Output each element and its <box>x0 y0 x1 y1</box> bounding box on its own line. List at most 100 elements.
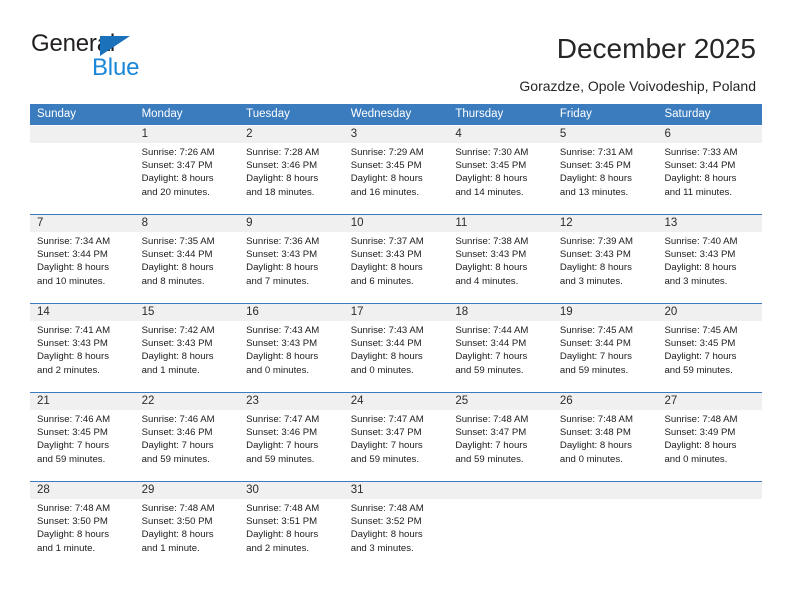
day-number: 16 <box>239 304 344 321</box>
day-sun-info-line: and 8 minutes. <box>141 275 205 287</box>
calendar-day-cell[interactable]: 19 Sunrise: 7:45 AM Sunset: 3:44 PM Dayligh… <box>552 304 658 392</box>
month-calendar: Sunday Monday Tuesday Wednesday Thursday Frid… <box>30 104 763 570</box>
day-sun-info-line: Sunrise: 7:41 AM <box>37 325 111 336</box>
day-sun-info-line: and 59 minutes. <box>246 453 315 465</box>
day-sun-info-line: Sunset: 3:47 PM <box>455 427 527 439</box>
calendar-day-cell[interactable]: 3 Sunrise: 7:29 AM Sunset: 3:45 PM Daylight… <box>343 126 449 214</box>
day-sun-info-line: Daylight: 8 hours <box>141 173 214 185</box>
calendar-day-cell[interactable]: 25 Sunrise: 7:48 AM Sunset: 3:47 PM Dayligh… <box>448 393 553 481</box>
day-number: 27 <box>657 393 763 410</box>
weekday-header-thursday: Thursday <box>455 108 504 120</box>
day-sun-info-line: Daylight: 8 hours <box>246 262 319 274</box>
day-sun-info-line: Daylight: 8 hours <box>141 262 214 274</box>
day-number: 12 <box>552 215 658 232</box>
day-number: 5 <box>552 126 658 143</box>
day-sun-info-line: Daylight: 8 hours <box>141 351 214 363</box>
day-sun-info-line: Sunset: 3:46 PM <box>141 427 213 439</box>
day-sun-info: Sunrise: 7:33 AM Sunset: 3:44 PM Daylight:… <box>657 143 762 199</box>
day-number: 21 <box>30 393 135 410</box>
calendar-day-cell-empty <box>552 482 658 570</box>
calendar-day-cell[interactable]: 21 Sunrise: 7:46 AM Sunset: 3:45 PM Dayligh… <box>30 393 135 481</box>
day-sun-info: Sunrise: 7:46 AM Sunset: 3:46 PM Daylight:… <box>135 410 240 466</box>
day-sun-info-line: Sunset: 3:43 PM <box>664 249 736 261</box>
calendar-day-cell[interactable]: 23 Sunrise: 7:47 AM Sunset: 3:46 PM Dayligh… <box>239 393 344 481</box>
day-number <box>552 482 658 499</box>
day-sun-info-line: Sunrise: 7:30 AM <box>455 147 529 158</box>
day-number: 22 <box>134 393 240 410</box>
calendar-day-cell[interactable]: 4 Sunrise: 7:30 AM Sunset: 3:45 PM Daylight… <box>448 126 553 214</box>
calendar-day-cell[interactable]: 24 Sunrise: 7:47 AM Sunset: 3:47 PM Dayligh… <box>343 393 449 481</box>
day-sun-info-line: Sunset: 3:44 PM <box>455 338 527 350</box>
calendar-day-cell[interactable]: 22 Sunrise: 7:46 AM Sunset: 3:46 PM Dayligh… <box>134 393 240 481</box>
calendar-day-cell[interactable]: 16 Sunrise: 7:43 AM Sunset: 3:43 PM Dayligh… <box>239 304 344 392</box>
day-sun-info-line: Daylight: 8 hours <box>559 173 632 185</box>
calendar-day-cell[interactable]: 9 Sunrise: 7:36 AM Sunset: 3:43 PM Daylight… <box>239 215 344 303</box>
calendar-day-cell[interactable]: 6 Sunrise: 7:33 AM Sunset: 3:44 PM Daylight… <box>657 126 763 214</box>
calendar-day-cell[interactable]: 31 Sunrise: 7:48 AM Sunset: 3:52 PM Dayligh… <box>343 482 449 570</box>
day-sun-info-line: and 59 minutes. <box>350 453 420 465</box>
day-sun-info-line: and 18 minutes. <box>246 186 315 198</box>
day-sun-info-line: Sunrise: 7:29 AM <box>350 147 424 158</box>
day-sun-info-line: Sunset: 3:47 PM <box>350 427 422 439</box>
day-sun-info-line: Sunrise: 7:28 AM <box>246 147 320 158</box>
day-sun-info-line: and 13 minutes. <box>559 186 629 198</box>
calendar-day-cell[interactable]: 20 Sunrise: 7:45 AM Sunset: 3:45 PM Dayligh… <box>657 304 763 392</box>
day-sun-info: Sunrise: 7:38 AM Sunset: 3:43 PM Daylight:… <box>448 232 553 288</box>
day-sun-info-line: and 2 minutes. <box>37 364 100 376</box>
calendar-day-cell[interactable]: 15 Sunrise: 7:42 AM Sunset: 3:43 PM Dayligh… <box>134 304 240 392</box>
calendar-day-cell[interactable]: 8 Sunrise: 7:35 AM Sunset: 3:44 PM Daylight… <box>134 215 240 303</box>
calendar-day-cell[interactable]: 14 Sunrise: 7:41 AM Sunset: 3:43 PM Dayligh… <box>30 304 135 392</box>
calendar-day-cell[interactable]: 2 Sunrise: 7:28 AM Sunset: 3:46 PM Daylight… <box>239 126 344 214</box>
weekday-header-friday: Friday <box>559 108 592 120</box>
calendar-day-cell[interactable]: 26 Sunrise: 7:48 AM Sunset: 3:48 PM Dayligh… <box>552 393 658 481</box>
calendar-day-cell[interactable]: 30 Sunrise: 7:48 AM Sunset: 3:51 PM Dayligh… <box>239 482 344 570</box>
weekday-header-wednesday: Wednesday <box>350 108 412 120</box>
page-subtitle: Gorazdze, Opole Voivodeship, Poland <box>519 78 756 94</box>
day-sun-info-line: Daylight: 7 hours <box>141 440 214 452</box>
day-number: 3 <box>343 126 449 143</box>
calendar-day-cell[interactable]: 11 Sunrise: 7:38 AM Sunset: 3:43 PM Dayligh… <box>448 215 553 303</box>
day-number: 1 <box>134 126 240 143</box>
day-sun-info: Sunrise: 7:47 AM Sunset: 3:47 PM Daylight:… <box>344 410 449 466</box>
calendar-day-cell[interactable]: 7 Sunrise: 7:34 AM Sunset: 3:44 PM Daylight… <box>30 215 135 303</box>
day-number: 4 <box>448 126 553 143</box>
day-sun-info-line: and 3 minutes. <box>664 275 728 287</box>
day-sun-info: Sunrise: 7:29 AM Sunset: 3:45 PM Daylight:… <box>344 143 449 199</box>
day-number: 7 <box>30 215 135 232</box>
calendar-day-cell[interactable]: 5 Sunrise: 7:31 AM Sunset: 3:45 PM Daylight… <box>552 126 658 214</box>
calendar-day-cell[interactable]: 17 Sunrise: 7:43 AM Sunset: 3:44 PM Dayligh… <box>343 304 449 392</box>
day-sun-info-line: and 6 minutes. <box>350 275 414 287</box>
calendar-day-cell[interactable]: 18 Sunrise: 7:44 AM Sunset: 3:44 PM Dayligh… <box>448 304 553 392</box>
calendar-week-row: 14 Sunrise: 7:41 AM Sunset: 3:43 PM Dayligh… <box>30 303 763 392</box>
day-sun-info-line: Sunrise: 7:36 AM <box>246 236 320 247</box>
day-sun-info-line: Daylight: 8 hours <box>246 529 319 541</box>
day-sun-info-line: Sunset: 3:43 PM <box>350 249 422 261</box>
calendar-week-row: 1 Sunrise: 7:26 AM Sunset: 3:47 PM Daylight… <box>30 125 763 214</box>
day-sun-info-line: and 59 minutes. <box>37 453 106 465</box>
day-sun-info: Sunrise: 7:45 AM Sunset: 3:44 PM Daylight:… <box>553 321 658 377</box>
day-sun-info-line: Daylight: 8 hours <box>141 529 214 541</box>
day-sun-info: Sunrise: 7:48 AM Sunset: 3:47 PM Daylight:… <box>448 410 553 466</box>
calendar-day-cell[interactable]: 12 Sunrise: 7:39 AM Sunset: 3:43 PM Dayligh… <box>552 215 658 303</box>
calendar-day-cell[interactable]: 1 Sunrise: 7:26 AM Sunset: 3:47 PM Daylight… <box>134 126 240 214</box>
day-sun-info-line: Daylight: 8 hours <box>350 262 423 274</box>
day-sun-info: Sunrise: 7:30 AM Sunset: 3:45 PM Daylight:… <box>448 143 553 199</box>
calendar-day-cell[interactable]: 28 Sunrise: 7:48 AM Sunset: 3:50 PM Dayligh… <box>30 482 135 570</box>
day-number: 8 <box>134 215 240 232</box>
page-header: General Blue December 2025 Gorazdze, Opo… <box>0 0 792 104</box>
calendar-day-cell[interactable]: 29 Sunrise: 7:48 AM Sunset: 3:50 PM Dayligh… <box>134 482 240 570</box>
day-sun-info-line: Daylight: 8 hours <box>350 351 423 363</box>
day-sun-info: Sunrise: 7:48 AM Sunset: 3:52 PM Daylight:… <box>344 499 449 555</box>
day-sun-info-line: Sunset: 3:45 PM <box>37 427 108 439</box>
calendar-day-cell[interactable]: 27 Sunrise: 7:48 AM Sunset: 3:49 PM Dayligh… <box>657 393 763 481</box>
day-sun-info-line: Daylight: 8 hours <box>246 351 319 363</box>
day-number: 6 <box>657 126 763 143</box>
calendar-day-cell[interactable]: 13 Sunrise: 7:40 AM Sunset: 3:43 PM Dayligh… <box>657 215 763 303</box>
day-number <box>448 482 553 499</box>
calendar-week-cells: 28 Sunrise: 7:48 AM Sunset: 3:50 PM Dayligh… <box>30 482 763 570</box>
calendar-day-cell[interactable]: 10 Sunrise: 7:37 AM Sunset: 3:43 PM Dayligh… <box>343 215 449 303</box>
day-sun-info-line: Sunrise: 7:43 AM <box>350 325 424 336</box>
day-sun-info: Sunrise: 7:44 AM Sunset: 3:44 PM Daylight:… <box>448 321 553 377</box>
day-sun-info: Sunrise: 7:35 AM Sunset: 3:44 PM Daylight:… <box>135 232 240 288</box>
day-sun-info-line: Sunrise: 7:39 AM <box>559 236 633 247</box>
